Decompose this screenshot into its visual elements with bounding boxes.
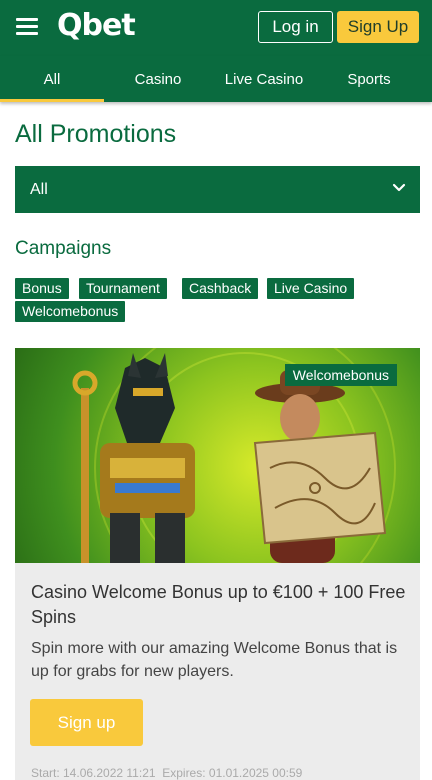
hamburger-icon[interactable] — [16, 18, 38, 36]
tag-tournament[interactable]: Tournament — [79, 278, 167, 299]
promotion-badge: Welcomebonus — [284, 364, 397, 386]
promotion-start-date: Start: 14.06.2022 11:21 — [31, 766, 156, 780]
logo[interactable]: Qbet — [57, 8, 136, 43]
login-button[interactable]: Log in — [258, 11, 333, 43]
tag-cashback[interactable]: Cashback — [182, 278, 259, 299]
promotion-signup-button[interactable]: Sign up — [30, 699, 143, 746]
promotion-title: Casino Welcome Bonus up to €100 + 100 Fr… — [31, 582, 406, 627]
campaigns-heading: Campaigns — [15, 238, 112, 259]
top-bar: Qbet Log in Sign Up — [0, 0, 432, 56]
promotion-expiry-date: Expires: 01.01.2025 00:59 — [162, 766, 303, 780]
promotion-description: Spin more with our amazing Welcome Bonus… — [31, 640, 398, 680]
promotion-card: Welcomebonus Casino Welcome Bonus up to … — [15, 348, 420, 780]
promotion-filter-select[interactable]: All — [15, 166, 420, 213]
tag-bonus[interactable]: Bonus — [15, 278, 69, 299]
category-nav: All Casino Live Casino Sports — [0, 56, 432, 102]
promotion-dates: Start: 14.06.2022 11:21 Expires: 01.01.2… — [31, 766, 302, 780]
tab-sports[interactable]: Sports — [316, 56, 422, 102]
tab-all[interactable]: All — [0, 56, 104, 102]
page-title: All Promotions — [15, 120, 177, 148]
tab-casino[interactable]: Casino — [104, 56, 212, 102]
tab-live-casino[interactable]: Live Casino — [212, 56, 316, 102]
promotion-banner-image[interactable]: Welcomebonus — [15, 348, 420, 563]
tag-welcomebonus[interactable]: Welcomebonus — [15, 301, 126, 322]
filter-selected-value: All — [30, 180, 48, 198]
tag-live-casino[interactable]: Live Casino — [267, 278, 355, 299]
chevron-down-icon — [392, 183, 406, 192]
signup-button[interactable]: Sign Up — [337, 11, 419, 43]
